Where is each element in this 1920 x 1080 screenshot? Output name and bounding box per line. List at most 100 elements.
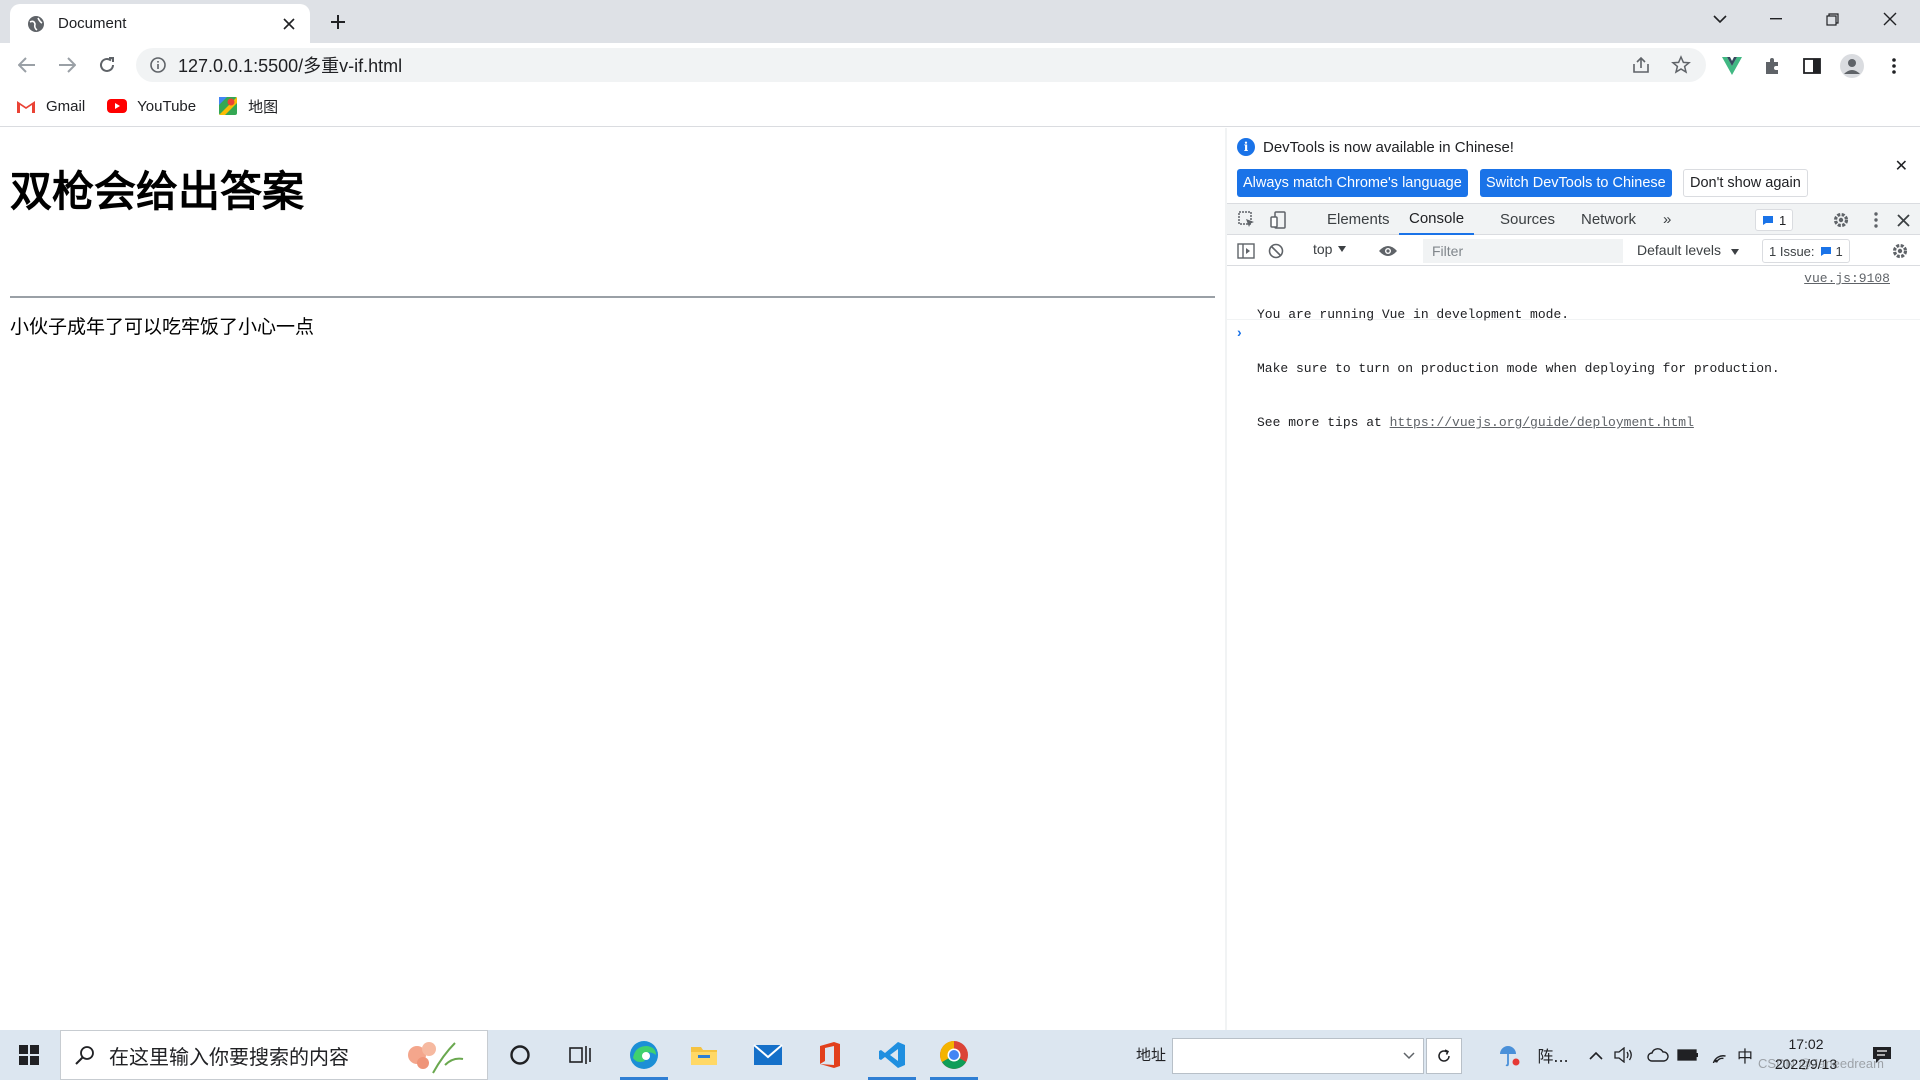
- site-info-icon[interactable]: [150, 57, 166, 73]
- console-message: You are running Vue in development mode.…: [1227, 268, 1920, 430]
- deployment-guide-link[interactable]: https://vuejs.org/guide/deployment.html: [1390, 415, 1694, 430]
- windows-logo-icon: [19, 1045, 39, 1065]
- start-button[interactable]: [0, 1030, 58, 1080]
- language-infobar: i DevTools is now available in Chinese! …: [1227, 128, 1920, 200]
- browser-tab[interactable]: Document: [10, 4, 310, 43]
- message-source-link[interactable]: vue.js:9108: [1804, 270, 1890, 288]
- tab-search-icon[interactable]: [1696, 0, 1744, 38]
- tab-strip: Document: [0, 0, 1920, 43]
- wifi-icon[interactable]: [1706, 1030, 1730, 1080]
- settings-gear-icon[interactable]: [1829, 208, 1853, 232]
- weather-icon[interactable]: [1492, 1030, 1526, 1080]
- match-language-button[interactable]: Always match Chrome's language: [1237, 169, 1468, 197]
- windows-taskbar: 在这里输入你要搜索的内容 地址 阵... 中 17:02 2022/9/13 C…: [0, 1030, 1920, 1080]
- cortana-icon[interactable]: [490, 1030, 550, 1080]
- share-icon[interactable]: [1628, 52, 1654, 78]
- mail-icon[interactable]: [738, 1030, 798, 1080]
- console-settings-gear-icon[interactable]: [1889, 240, 1911, 262]
- restore-button[interactable]: [1808, 0, 1856, 38]
- console-toolbar: top Filter Default levels 1 Issue: 1: [1227, 236, 1920, 266]
- infobar-message: DevTools is now available in Chinese!: [1263, 138, 1514, 156]
- tab-elements[interactable]: Elements: [1327, 204, 1390, 235]
- address-bar[interactable]: 127.0.0.1:5500/多重v-if.html: [136, 48, 1706, 82]
- file-explorer-icon[interactable]: [674, 1030, 734, 1080]
- console-line-2: Make sure to turn on production mode whe…: [1257, 361, 1780, 376]
- console-prompt[interactable]: ›: [1237, 324, 1242, 340]
- bookmark-youtube[interactable]: YouTube: [107, 98, 196, 115]
- search-placeholder: 在这里输入你要搜索的内容: [109, 1044, 349, 1069]
- dont-show-again-button[interactable]: Don't show again: [1683, 169, 1808, 197]
- minimize-button[interactable]: [1752, 0, 1800, 38]
- bookmark-star-icon[interactable]: [1668, 52, 1694, 78]
- bookmark-gmail[interactable]: Gmail: [16, 98, 85, 115]
- youtube-icon: [107, 98, 128, 114]
- page-viewport: 双枪会给出答案 小伙子成年了可以吃牢饭了小心一点: [0, 128, 1215, 1030]
- reload-button[interactable]: [92, 50, 122, 80]
- levels-label: Default levels: [1637, 242, 1722, 258]
- log-levels-dropdown[interactable]: Default levels: [1637, 242, 1739, 258]
- vue-devtools-icon[interactable]: [1718, 52, 1746, 80]
- browser-toolbar: 127.0.0.1:5500/多重v-if.html: [0, 43, 1920, 86]
- office-icon[interactable]: [800, 1030, 860, 1080]
- issues-counter-button[interactable]: 1 Issue: 1: [1762, 239, 1850, 263]
- url-text: 127.0.0.1:5500/多重v-if.html: [178, 56, 403, 76]
- dropdown-arrow-icon: [1338, 246, 1347, 252]
- weather-text[interactable]: 阵...: [1528, 1030, 1578, 1080]
- new-tab-button[interactable]: [326, 10, 350, 34]
- customize-menu-icon[interactable]: [1864, 208, 1888, 232]
- clear-console-icon[interactable]: [1265, 240, 1287, 262]
- bookmarks-bar: Gmail YouTube 地图: [0, 86, 1920, 127]
- tab-network[interactable]: Network: [1581, 204, 1636, 235]
- close-window-button[interactable]: [1866, 0, 1914, 38]
- tab-console[interactable]: Console: [1399, 204, 1475, 235]
- bookmark-label: Gmail: [46, 97, 86, 115]
- issues-count: 1: [1779, 212, 1787, 228]
- task-view-icon[interactable]: [550, 1030, 610, 1080]
- inspect-element-icon[interactable]: [1235, 208, 1259, 232]
- ime-indicator[interactable]: 中: [1734, 1030, 1756, 1080]
- issues-badge[interactable]: 1: [1755, 209, 1794, 231]
- live-expression-eye-icon[interactable]: [1377, 240, 1399, 262]
- search-icon: [75, 1045, 95, 1065]
- show-hidden-icons-chevron-icon[interactable]: [1584, 1030, 1608, 1080]
- close-tab-icon[interactable]: [278, 13, 300, 35]
- notification-center-icon[interactable]: [1866, 1030, 1898, 1080]
- sidebar-toggle-icon[interactable]: [1235, 240, 1257, 262]
- battery-icon[interactable]: [1676, 1030, 1700, 1080]
- clock-time: 17:02: [1788, 1036, 1824, 1052]
- extensions-puzzle-icon[interactable]: [1758, 52, 1786, 80]
- profile-avatar-icon[interactable]: [1838, 52, 1866, 80]
- context-value: top: [1313, 241, 1333, 257]
- chrome-icon[interactable]: [924, 1030, 984, 1080]
- onedrive-cloud-icon[interactable]: [1646, 1030, 1670, 1080]
- context-selector[interactable]: top: [1313, 241, 1347, 257]
- switch-to-chinese-button[interactable]: Switch DevTools to Chinese: [1480, 169, 1672, 197]
- chrome-menu-icon[interactable]: [1880, 52, 1908, 80]
- console-line-1: You are running Vue in development mode.: [1257, 307, 1570, 322]
- close-infobar-icon[interactable]: ✕: [1895, 156, 1908, 176]
- address-refresh-button[interactable]: [1426, 1038, 1462, 1074]
- vscode-icon[interactable]: [862, 1030, 922, 1080]
- back-button[interactable]: [12, 50, 42, 80]
- bookmark-label: YouTube: [137, 97, 197, 115]
- address-toolbar-input[interactable]: [1172, 1038, 1424, 1074]
- info-icon: i: [1237, 138, 1255, 156]
- page-heading: 双枪会给出答案: [10, 167, 305, 216]
- dropdown-arrow-icon: [1730, 249, 1739, 255]
- volume-icon[interactable]: [1612, 1030, 1636, 1080]
- page-paragraph: 小伙子成年了可以吃牢饭了小心一点: [10, 316, 315, 338]
- forward-button[interactable]: [52, 50, 82, 80]
- filter-placeholder: Filter: [1432, 243, 1464, 259]
- console-filter-input[interactable]: Filter: [1423, 239, 1623, 263]
- taskbar-search-box[interactable]: 在这里输入你要搜索的内容: [60, 1030, 488, 1080]
- edge-browser-icon[interactable]: [614, 1030, 674, 1080]
- more-tabs-icon[interactable]: »: [1663, 204, 1671, 235]
- tab-sources[interactable]: Sources: [1500, 204, 1555, 235]
- bookmark-maps[interactable]: 地图: [218, 96, 278, 117]
- chevron-down-icon[interactable]: [1403, 1052, 1415, 1060]
- side-panel-icon[interactable]: [1798, 52, 1826, 80]
- refresh-icon: [1438, 1049, 1450, 1062]
- maps-icon: [218, 97, 238, 115]
- close-devtools-icon[interactable]: [1891, 208, 1915, 232]
- device-toolbar-icon[interactable]: [1267, 208, 1291, 232]
